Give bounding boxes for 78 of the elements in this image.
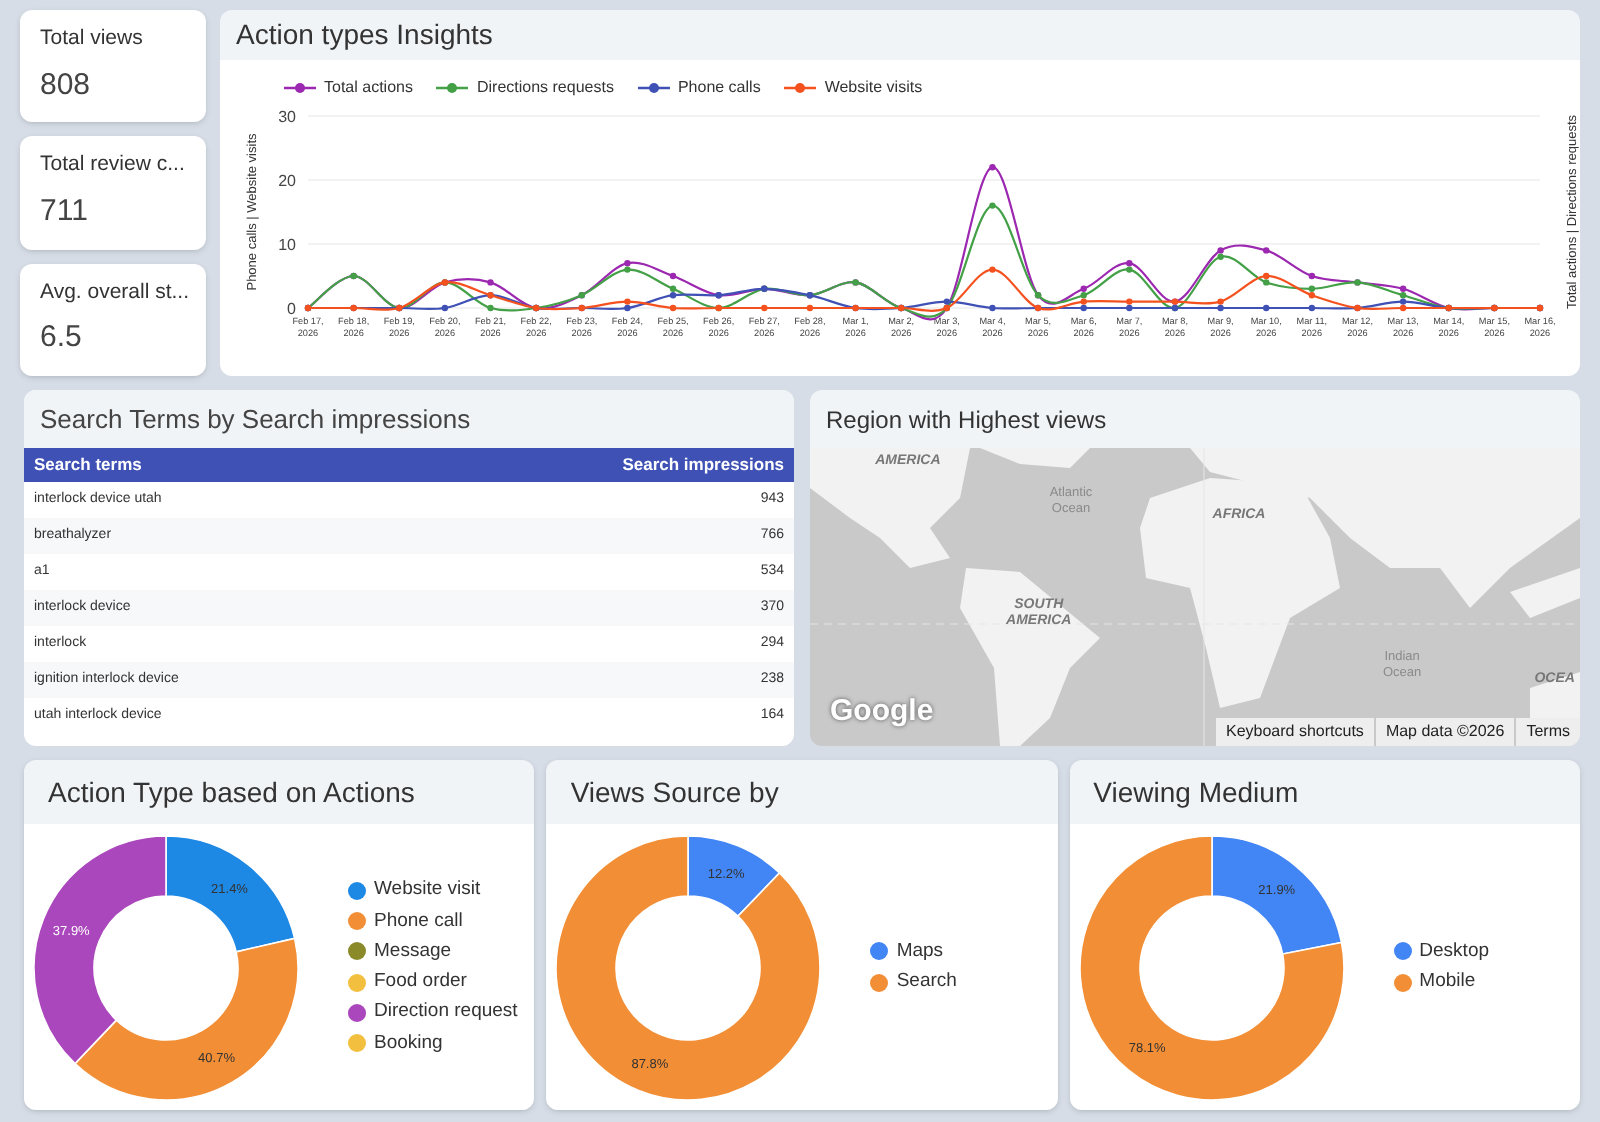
- y-tick-label: 10: [278, 236, 296, 254]
- point: [1126, 304, 1133, 312]
- point: [989, 164, 996, 171]
- map-attribution-link[interactable]: Map data ©2026: [1375, 718, 1515, 746]
- legend-item: Website visit: [348, 876, 518, 905]
- point: [487, 304, 494, 312]
- legend-item: Desktop: [1393, 937, 1490, 966]
- point: [806, 304, 814, 312]
- point: [1399, 285, 1407, 292]
- point: [989, 304, 996, 312]
- point: [943, 298, 951, 305]
- card-title: Views Source by: [570, 773, 779, 812]
- point: [1308, 292, 1316, 299]
- point: [1217, 253, 1224, 260]
- y-tick-label: 20: [278, 172, 296, 190]
- y-tick-label: 0: [287, 300, 296, 318]
- point: [1126, 260, 1133, 267]
- point: [1080, 298, 1087, 305]
- point: [624, 298, 631, 305]
- point: [761, 304, 768, 312]
- point: [1217, 298, 1224, 305]
- point: [669, 304, 677, 312]
- point: [669, 285, 677, 292]
- point: [1308, 285, 1316, 292]
- point: [1126, 266, 1133, 273]
- stat-label: Total review c...: [40, 150, 186, 181]
- stat-label: Avg. overall st...: [40, 277, 186, 308]
- point: [1399, 298, 1407, 305]
- point: [1080, 292, 1087, 299]
- column-header: Search impressions: [622, 452, 784, 478]
- point: [1308, 272, 1316, 280]
- legend-item: Booking: [348, 1029, 518, 1058]
- point: [1080, 285, 1087, 292]
- legend-item: Food order: [348, 968, 518, 997]
- legend-item: Directions requests: [436, 76, 614, 100]
- legend-item: Search: [870, 968, 957, 997]
- point: [1263, 279, 1270, 286]
- card-title: Search Terms by Search impressions: [40, 401, 471, 438]
- card-title: Action Type based on Actions: [48, 773, 415, 812]
- point: [1217, 247, 1224, 254]
- point: [1263, 247, 1270, 254]
- point: [1308, 304, 1316, 312]
- legend-item: Mobile: [1393, 968, 1490, 997]
- point: [487, 279, 494, 286]
- point: [1080, 304, 1087, 312]
- point: [1217, 304, 1224, 312]
- legend-item: Total actions: [284, 76, 413, 100]
- card-title: Viewing Medium: [1093, 773, 1299, 812]
- point: [669, 292, 677, 299]
- point: [1263, 272, 1270, 280]
- point: [669, 272, 677, 280]
- point: [1399, 292, 1407, 299]
- legend-item: Phone call: [348, 907, 518, 936]
- map-attribution-link[interactable]: Keyboard shortcuts: [1216, 718, 1374, 746]
- legend-item: Website visits: [784, 76, 923, 100]
- map-logo: Google: [830, 691, 934, 731]
- point: [624, 260, 631, 267]
- point: [1126, 298, 1133, 305]
- map-attribution-link[interactable]: Terms: [1516, 718, 1580, 746]
- legend-item: Direction request: [348, 998, 518, 1027]
- column-header: Search terms: [34, 452, 142, 478]
- point: [1399, 304, 1407, 312]
- point: [624, 266, 631, 273]
- card-title: Region with Highest views: [826, 403, 1107, 437]
- legend-item: Phone calls: [637, 76, 761, 100]
- stat-label: Total views: [40, 24, 145, 55]
- point: [441, 304, 449, 312]
- stat-value: 711: [40, 192, 90, 233]
- legend-item: Maps: [870, 937, 957, 966]
- stat-value: 6.5: [40, 318, 84, 359]
- stat-value: 808: [40, 65, 93, 106]
- card-title: Action types Insights: [236, 16, 493, 54]
- point: [989, 266, 996, 273]
- legend-item: Message: [348, 937, 518, 966]
- y-tick-label: 30: [278, 108, 296, 126]
- point: [1263, 304, 1270, 312]
- point: [989, 202, 996, 209]
- point: [624, 304, 631, 312]
